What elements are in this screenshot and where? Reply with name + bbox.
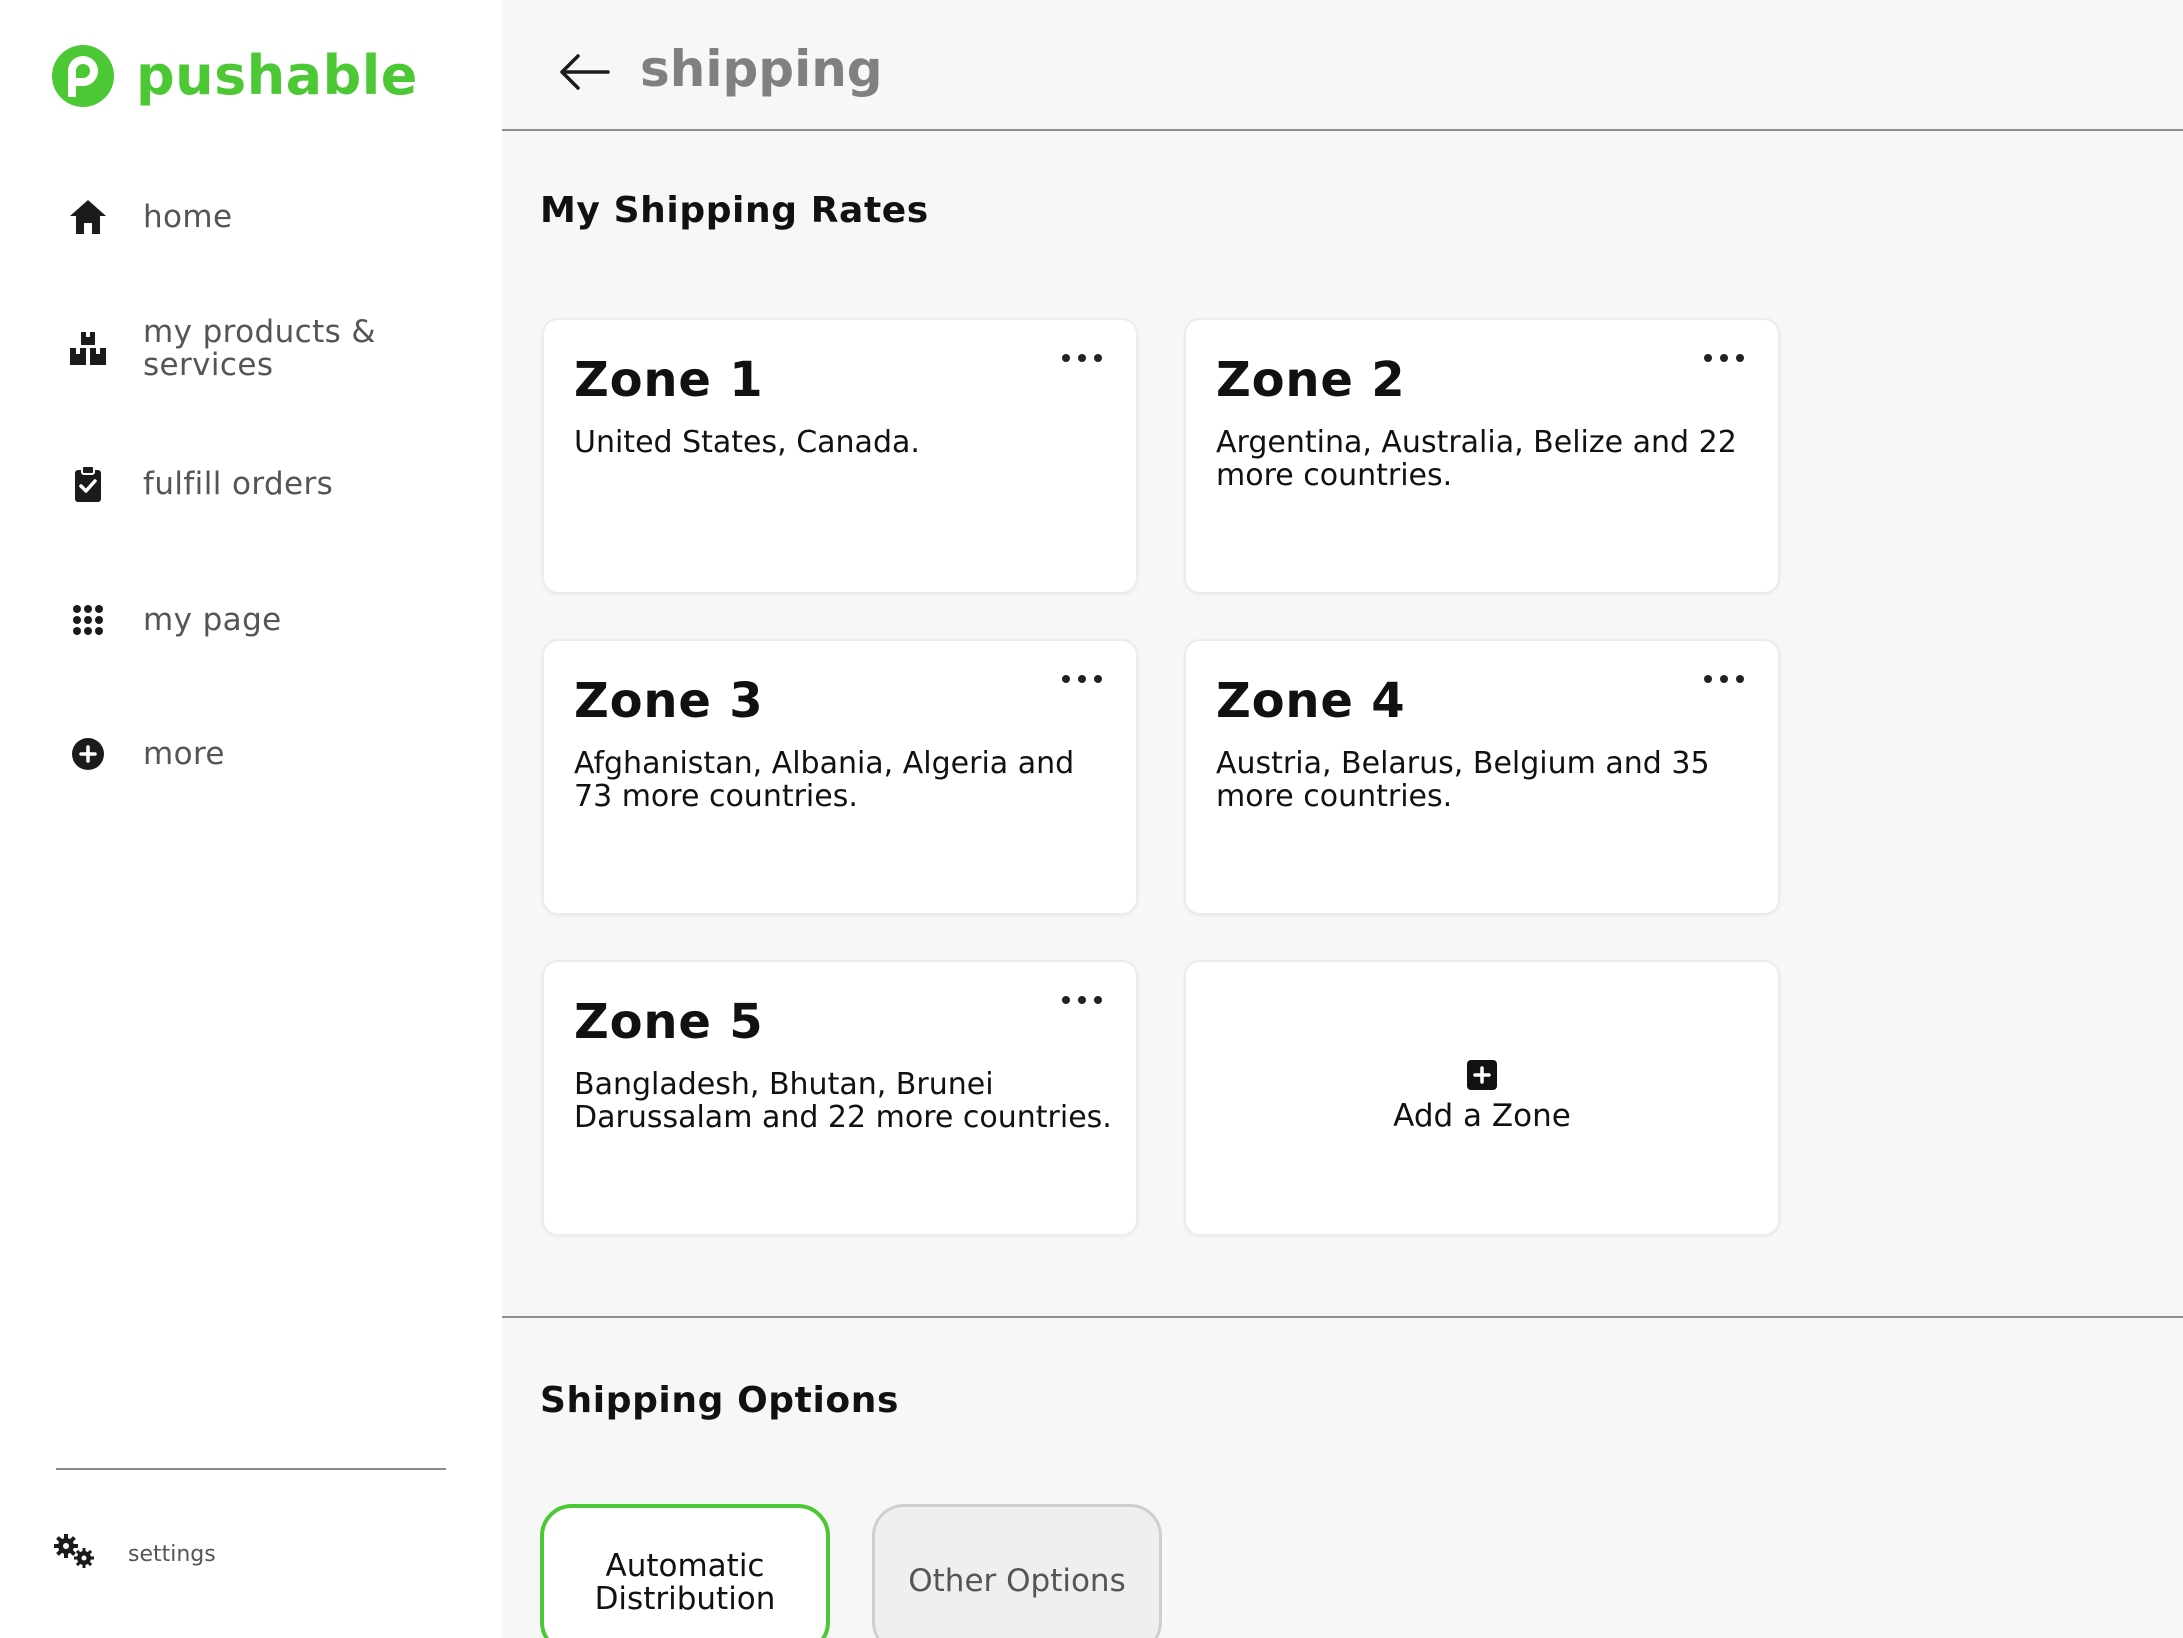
sidebar: pushable home my products & services ful… [0,0,502,1638]
zone-card[interactable]: Zone 1 United States, Canada. [542,318,1138,594]
section-divider [502,1316,2183,1318]
back-button[interactable] [554,46,614,98]
sidebar-item-home[interactable]: home [60,189,232,245]
more-options-icon[interactable] [1062,346,1102,370]
zone-countries: Austria, Belarus, Belgium and 35 more co… [1216,746,1710,814]
main-content: shipping My Shipping Rates Zone 1 United… [502,0,2183,1638]
pushable-logo-icon [52,44,114,107]
sidebar-item-label: more [143,735,225,772]
other-options-button[interactable]: Other Options [872,1504,1162,1638]
home-icon [60,189,116,245]
brand-name: pushable [136,44,418,107]
more-options-icon[interactable] [1062,667,1102,691]
add-zone-label: Add a Zone [1393,1098,1571,1134]
zone-countries: Argentina, Australia, Belize and 22 more… [1216,425,1737,493]
arrow-left-icon [560,54,610,90]
add-zone-content: Add a Zone [1186,1060,1778,1134]
shipping-rates-title: My Shipping Rates [540,190,929,231]
more-options-icon[interactable] [1062,988,1102,1012]
add-zone-button[interactable]: Add a Zone [1184,960,1780,1236]
brand-logo[interactable]: pushable [52,44,418,107]
more-options-icon[interactable] [1704,667,1744,691]
zone-card[interactable]: Zone 2 Argentina, Australia, Belize and … [1184,318,1780,594]
zone-name: Zone 2 [1216,352,1406,408]
zone-countries: Afghanistan, Albania, Algeria and 73 mor… [574,746,1075,814]
sidebar-divider [56,1468,446,1470]
sidebar-item-label: fulfill orders [143,465,334,502]
shipping-options-title: Shipping Options [540,1380,900,1421]
sidebar-item-products[interactable]: my products & services [60,316,383,382]
boxes-icon [60,321,116,377]
zone-card[interactable]: Zone 4 Austria, Belarus, Belgium and 35 … [1184,639,1780,915]
zone-name: Zone 4 [1216,673,1406,729]
zone-name: Zone 5 [574,994,764,1050]
sidebar-item-label: my page [143,601,282,638]
gears-icon [54,1534,96,1574]
more-options-icon[interactable] [1704,346,1744,370]
grid-icon [60,592,116,648]
zone-name: Zone 1 [574,352,764,408]
settings-button[interactable]: settings [54,1534,216,1574]
sidebar-item-fulfill-orders[interactable]: fulfill orders [60,456,333,512]
automatic-distribution-button[interactable]: Automatic Distribution [540,1504,830,1638]
zone-name: Zone 3 [574,673,764,729]
sidebar-item-my-page[interactable]: my page [60,592,282,648]
sidebar-item-label: home [143,198,233,235]
page-header: shipping [502,0,2183,131]
zone-card[interactable]: Zone 5 Bangladesh, Bhutan, Brunei Daruss… [542,960,1138,1236]
zone-countries: United States, Canada. [574,425,920,460]
clipboard-check-icon [60,456,116,512]
settings-label: settings [128,1541,216,1567]
zone-countries: Bangladesh, Bhutan, Brunei Darussalam an… [574,1067,1112,1135]
plus-circle-icon [60,726,116,782]
sidebar-item-more[interactable]: more [60,726,225,782]
sidebar-item-label: my products & services [143,314,377,383]
plus-square-icon [1467,1060,1497,1090]
page-title: shipping [640,40,883,98]
zone-card[interactable]: Zone 3 Afghanistan, Albania, Algeria and… [542,639,1138,915]
